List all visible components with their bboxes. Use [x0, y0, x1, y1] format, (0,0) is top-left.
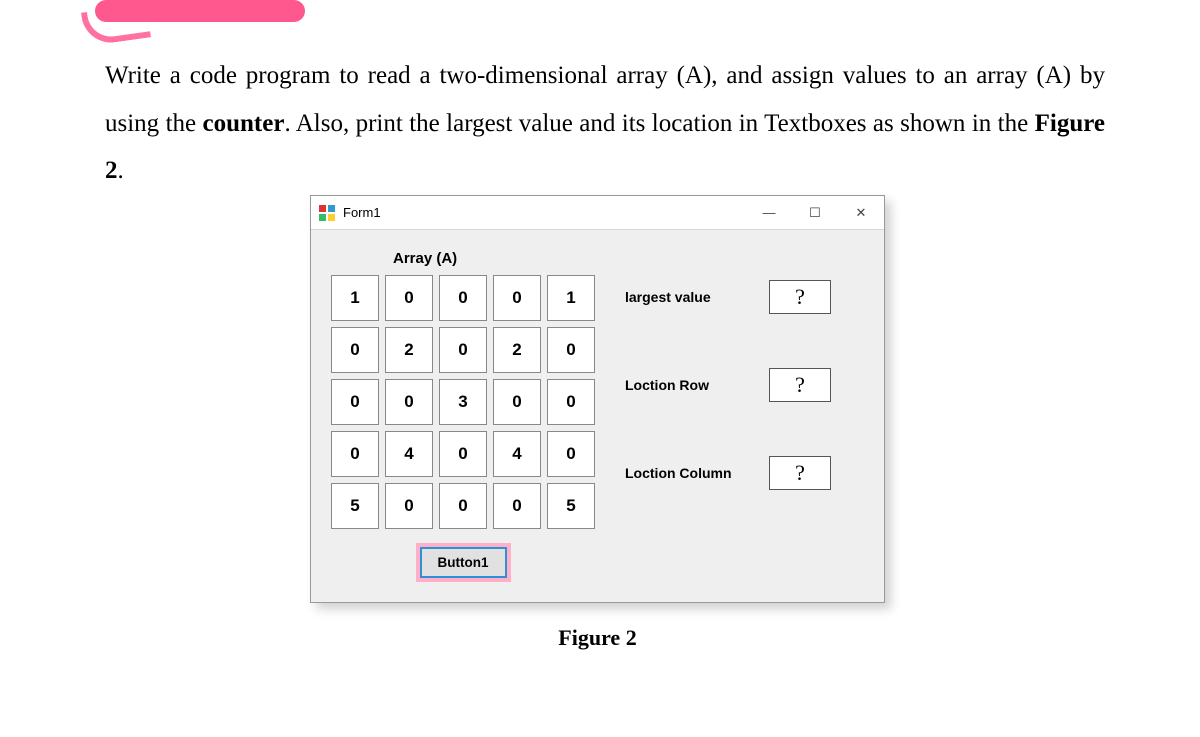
form-window: Form1 — ☐ ✕ Array (A) 1 0 0 0 1 0 2 0: [310, 195, 885, 603]
cell-2-1[interactable]: 0: [385, 379, 433, 425]
cell-0-1[interactable]: 0: [385, 275, 433, 321]
largest-value-row: largest value ?: [625, 280, 864, 314]
cell-4-3[interactable]: 0: [493, 483, 541, 529]
figure-caption: Figure 2: [310, 625, 885, 651]
array-panel: Array (A) 1 0 0 0 1 0 2 0 2 0 0 0 3 0 0: [331, 250, 595, 578]
client-area: Array (A) 1 0 0 0 1 0 2 0 2 0 0 0 3 0 0: [311, 230, 884, 602]
location-row-label: Loction Row: [625, 377, 755, 393]
question-bold-counter: counter: [203, 110, 285, 137]
cell-4-4[interactable]: 5: [547, 483, 595, 529]
button-row: Button1: [331, 547, 595, 578]
location-column-row: Loction Column ?: [625, 456, 864, 490]
cell-1-4[interactable]: 0: [547, 327, 595, 373]
array-grid: 1 0 0 0 1 0 2 0 2 0 0 0 3 0 0 0 4: [331, 275, 595, 529]
cell-1-3[interactable]: 2: [493, 327, 541, 373]
window-controls: — ☐ ✕: [746, 196, 884, 229]
question-part-e: .: [118, 157, 124, 184]
output-panel: largest value ? Loction Row ? Loction Co…: [625, 250, 864, 500]
cell-1-0[interactable]: 0: [331, 327, 379, 373]
close-button[interactable]: ✕: [838, 196, 884, 229]
cell-3-0[interactable]: 0: [331, 431, 379, 477]
maximize-button[interactable]: ☐: [792, 196, 838, 229]
minimize-button[interactable]: —: [746, 196, 792, 229]
cell-3-3[interactable]: 4: [493, 431, 541, 477]
question-text: Write a code program to read a two-dimen…: [105, 52, 1105, 195]
cell-0-4[interactable]: 1: [547, 275, 595, 321]
figure-wrapper: Form1 — ☐ ✕ Array (A) 1 0 0 0 1 0 2 0: [310, 195, 885, 651]
cell-4-1[interactable]: 0: [385, 483, 433, 529]
cell-2-4[interactable]: 0: [547, 379, 595, 425]
largest-value-label: largest value: [625, 289, 755, 305]
window-title: Form1: [343, 205, 746, 220]
array-label: Array (A): [393, 250, 595, 267]
cell-0-2[interactable]: 0: [439, 275, 487, 321]
largest-value-textbox[interactable]: ?: [769, 280, 831, 314]
location-column-label: Loction Column: [625, 465, 755, 481]
cell-2-0[interactable]: 0: [331, 379, 379, 425]
cell-2-3[interactable]: 0: [493, 379, 541, 425]
cell-3-1[interactable]: 4: [385, 431, 433, 477]
cell-3-4[interactable]: 0: [547, 431, 595, 477]
location-row-textbox[interactable]: ?: [769, 368, 831, 402]
button1[interactable]: Button1: [420, 547, 507, 578]
titlebar: Form1 — ☐ ✕: [311, 196, 884, 230]
cell-0-3[interactable]: 0: [493, 275, 541, 321]
cell-3-2[interactable]: 0: [439, 431, 487, 477]
cell-1-1[interactable]: 2: [385, 327, 433, 373]
cell-4-0[interactable]: 5: [331, 483, 379, 529]
app-icon: [319, 205, 335, 221]
question-part-c: . Also, print the largest value and its …: [284, 110, 1034, 137]
location-column-textbox[interactable]: ?: [769, 456, 831, 490]
cell-2-2[interactable]: 3: [439, 379, 487, 425]
location-row-row: Loction Row ?: [625, 368, 864, 402]
cell-1-2[interactable]: 0: [439, 327, 487, 373]
cell-0-0[interactable]: 1: [331, 275, 379, 321]
cell-4-2[interactable]: 0: [439, 483, 487, 529]
highlight-marker: [95, 0, 305, 22]
